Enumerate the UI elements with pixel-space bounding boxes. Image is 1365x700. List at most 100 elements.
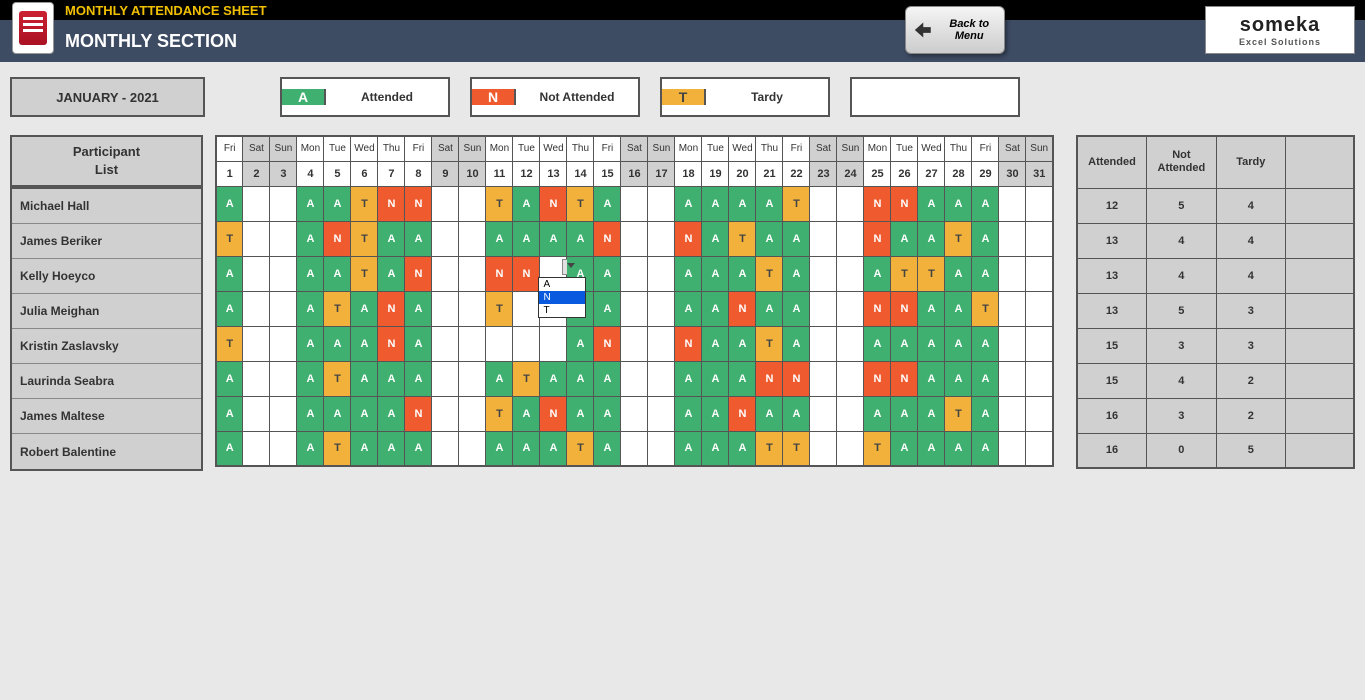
attendance-cell[interactable]: A — [783, 256, 810, 291]
attendance-cell[interactable] — [1026, 396, 1053, 431]
dropdown-option[interactable]: A — [539, 278, 585, 291]
attendance-cell[interactable]: A — [594, 186, 621, 221]
attendance-cell[interactable]: A — [945, 361, 972, 396]
attendance-cell[interactable]: A — [702, 186, 729, 221]
attendance-cell[interactable]: T — [351, 186, 378, 221]
attendance-cell[interactable] — [459, 256, 486, 291]
attendance-cell[interactable]: A — [702, 396, 729, 431]
attendance-cell[interactable]: A — [351, 396, 378, 431]
attendance-cell[interactable]: A — [297, 361, 324, 396]
attendance-cell[interactable]: A — [351, 431, 378, 466]
attendance-cell[interactable]: A — [351, 361, 378, 396]
attendance-cell[interactable] — [270, 361, 297, 396]
attendance-cell[interactable]: N — [378, 326, 405, 361]
attendance-cell[interactable] — [459, 326, 486, 361]
attendance-cell[interactable]: A — [702, 431, 729, 466]
attendance-cell[interactable]: N — [864, 291, 891, 326]
attendance-cell[interactable]: N — [864, 221, 891, 256]
attendance-cell[interactable]: N — [864, 361, 891, 396]
attendance-cell[interactable]: A — [972, 186, 999, 221]
attendance-cell[interactable]: A — [675, 361, 702, 396]
attendance-cell[interactable]: A — [891, 431, 918, 466]
attendance-cell[interactable]: T — [324, 291, 351, 326]
participant-row[interactable]: Michael Hall — [12, 189, 201, 224]
attendance-cell[interactable]: ANT — [540, 256, 567, 291]
attendance-cell[interactable] — [621, 431, 648, 466]
month-selector[interactable]: JANUARY - 2021 — [10, 77, 205, 117]
attendance-cell[interactable] — [513, 291, 540, 326]
attendance-cell[interactable]: A — [351, 326, 378, 361]
attendance-cell[interactable]: A — [675, 431, 702, 466]
attendance-cell[interactable] — [270, 186, 297, 221]
attendance-cell[interactable] — [999, 186, 1026, 221]
attendance-cell[interactable]: A — [918, 431, 945, 466]
attendance-cell[interactable]: A — [729, 431, 756, 466]
attendance-cell[interactable] — [810, 396, 837, 431]
attendance-cell[interactable]: A — [702, 361, 729, 396]
attendance-cell[interactable]: A — [729, 326, 756, 361]
attendance-cell[interactable]: N — [405, 256, 432, 291]
attendance-cell[interactable]: T — [324, 431, 351, 466]
attendance-cell[interactable]: A — [324, 396, 351, 431]
attendance-cell[interactable] — [999, 361, 1026, 396]
attendance-cell[interactable]: N — [594, 221, 621, 256]
attendance-cell[interactable]: N — [594, 326, 621, 361]
participant-row[interactable]: Julia Meighan — [12, 294, 201, 329]
attendance-cell[interactable]: A — [891, 326, 918, 361]
attendance-cell[interactable]: T — [486, 186, 513, 221]
attendance-cell[interactable]: T — [756, 326, 783, 361]
attendance-cell[interactable] — [1026, 221, 1053, 256]
attendance-cell[interactable]: A — [783, 221, 810, 256]
attendance-cell[interactable] — [837, 326, 864, 361]
attendance-cell[interactable]: T — [567, 186, 594, 221]
attendance-cell[interactable]: A — [675, 396, 702, 431]
attendance-cell[interactable] — [648, 326, 675, 361]
attendance-cell[interactable]: A — [972, 396, 999, 431]
attendance-cell[interactable] — [837, 396, 864, 431]
attendance-cell[interactable]: N — [891, 361, 918, 396]
attendance-cell[interactable]: N — [378, 186, 405, 221]
attendance-cell[interactable]: A — [972, 256, 999, 291]
attendance-cell[interactable]: A — [864, 256, 891, 291]
attendance-cell[interactable]: A — [297, 221, 324, 256]
attendance-cell[interactable] — [243, 221, 270, 256]
attendance-cell[interactable]: A — [675, 291, 702, 326]
attendance-cell[interactable]: A — [918, 396, 945, 431]
participant-row[interactable]: Kelly Hoeyco — [12, 259, 201, 294]
attendance-cell[interactable]: A — [513, 431, 540, 466]
attendance-cell[interactable]: A — [297, 326, 324, 361]
participant-row[interactable]: Laurinda Seabra — [12, 364, 201, 399]
attendance-cell[interactable] — [270, 221, 297, 256]
attendance-cell[interactable]: A — [972, 221, 999, 256]
attendance-cell[interactable]: T — [864, 431, 891, 466]
attendance-cell[interactable]: A — [378, 221, 405, 256]
attendance-cell[interactable] — [837, 431, 864, 466]
attendance-cell[interactable]: A — [864, 326, 891, 361]
attendance-cell[interactable] — [513, 326, 540, 361]
attendance-cell[interactable]: A — [594, 396, 621, 431]
attendance-cell[interactable]: A — [405, 291, 432, 326]
attendance-cell[interactable]: A — [945, 256, 972, 291]
attendance-cell[interactable]: T — [945, 221, 972, 256]
attendance-cell[interactable]: A — [540, 221, 567, 256]
attendance-cell[interactable]: A — [567, 326, 594, 361]
attendance-cell[interactable] — [648, 186, 675, 221]
attendance-cell[interactable]: A — [378, 256, 405, 291]
attendance-cell[interactable] — [432, 326, 459, 361]
attendance-cell[interactable]: N — [891, 186, 918, 221]
attendance-cell[interactable] — [432, 431, 459, 466]
attendance-cell[interactable]: T — [351, 256, 378, 291]
attendance-cell[interactable]: A — [945, 291, 972, 326]
attendance-cell[interactable]: A — [891, 221, 918, 256]
attendance-cell[interactable] — [459, 186, 486, 221]
attendance-cell[interactable] — [837, 291, 864, 326]
attendance-cell[interactable] — [243, 186, 270, 221]
attendance-cell[interactable]: A — [567, 396, 594, 431]
attendance-cell[interactable]: A — [702, 326, 729, 361]
attendance-cell[interactable]: A — [729, 186, 756, 221]
attendance-cell[interactable] — [270, 396, 297, 431]
attendance-cell[interactable]: N — [675, 326, 702, 361]
attendance-cell[interactable]: A — [756, 291, 783, 326]
attendance-cell[interactable] — [810, 361, 837, 396]
attendance-cell[interactable] — [810, 221, 837, 256]
